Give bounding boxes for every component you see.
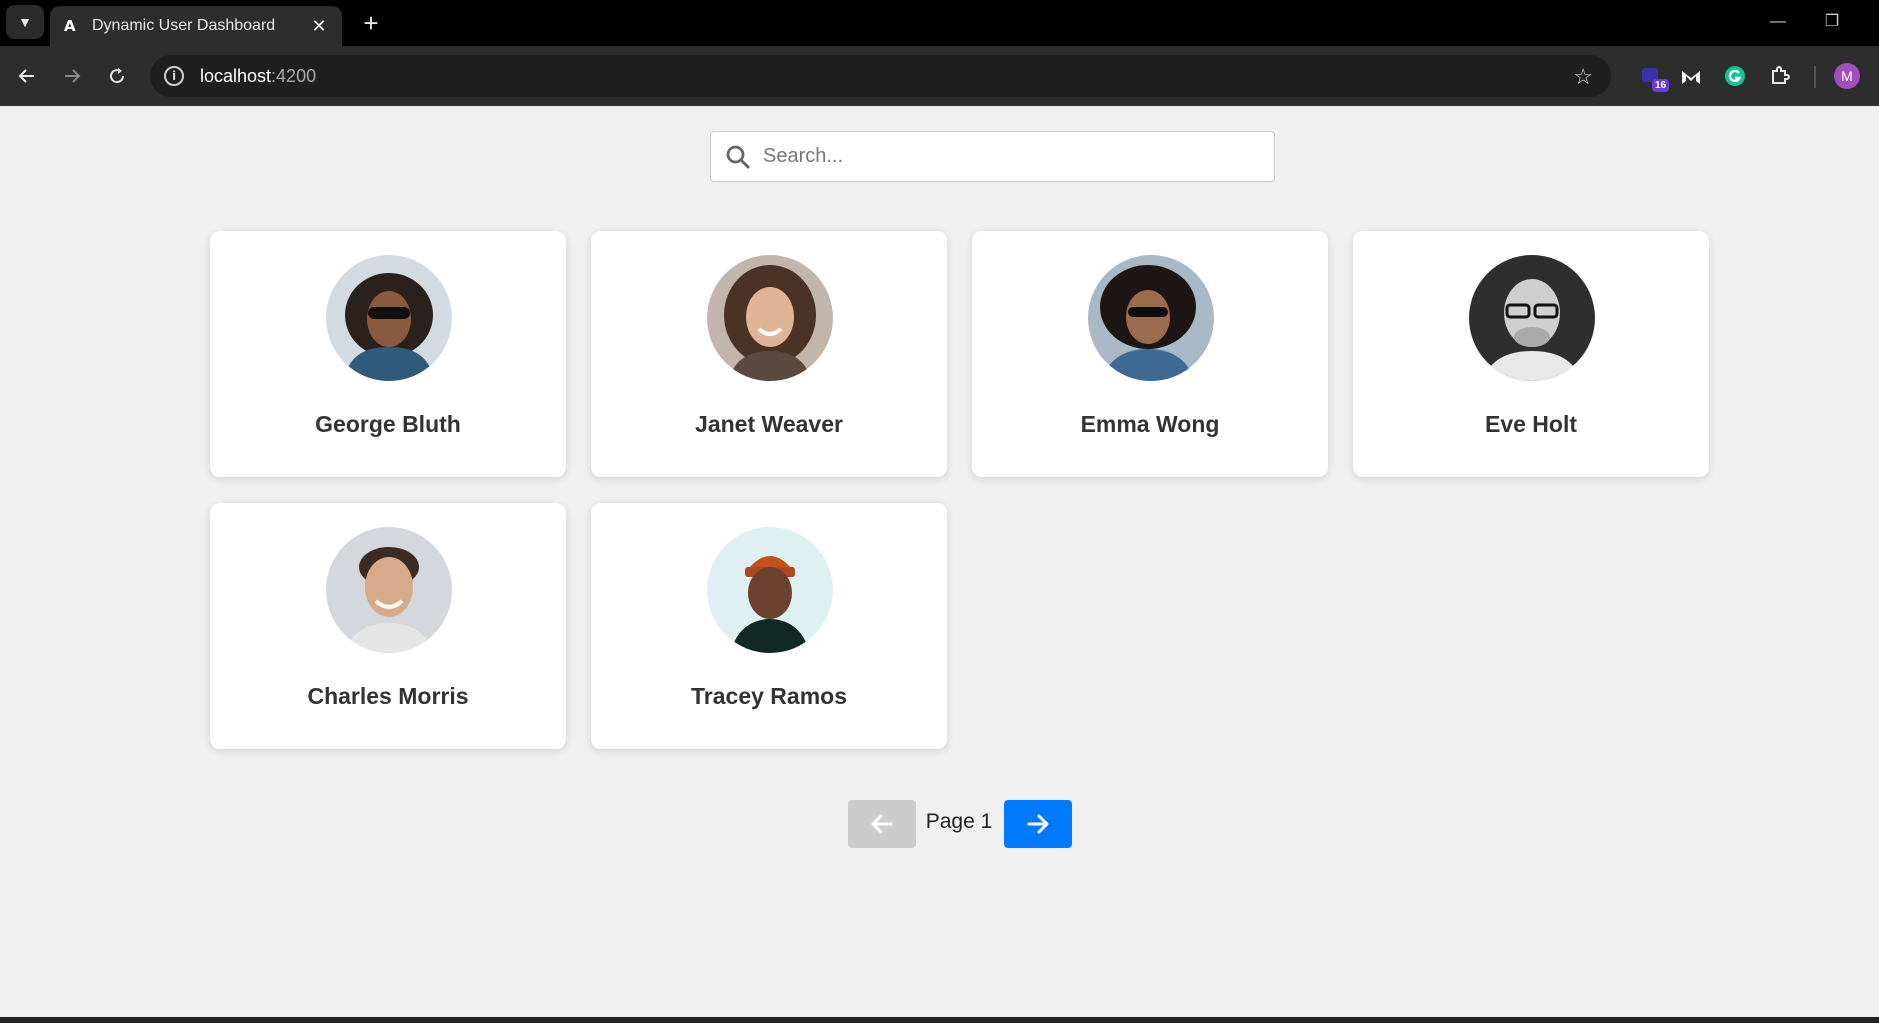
- user-card[interactable]: Charles Morris: [210, 503, 566, 749]
- minimize-window-button[interactable]: —: [1758, 8, 1798, 36]
- next-page-button[interactable]: [1004, 800, 1072, 848]
- user-avatar: [326, 255, 452, 381]
- extensions-menu-button[interactable]: [1763, 59, 1797, 93]
- angular-favicon-icon: A: [64, 17, 76, 35]
- restore-window-button[interactable]: ❐: [1812, 8, 1852, 36]
- user-avatar: [707, 255, 833, 381]
- site-info-icon[interactable]: i: [164, 66, 184, 86]
- user-name: George Bluth: [315, 411, 461, 437]
- user-name: Charles Morris: [307, 683, 469, 709]
- browser-tab-strip: ▼ A Dynamic User Dashboard ✕ + — ❐: [0, 0, 1879, 46]
- address-bar[interactable]: i localhost:4200 ☆: [150, 55, 1611, 97]
- back-button[interactable]: [10, 59, 44, 93]
- bookmark-star-icon[interactable]: ☆: [1573, 64, 1593, 90]
- user-card[interactable]: Eve Holt: [1353, 231, 1709, 477]
- user-avatar-image: [707, 255, 833, 381]
- chevron-down-icon: ▼: [18, 14, 32, 30]
- forward-button[interactable]: [55, 59, 89, 93]
- user-avatar: [1469, 255, 1595, 381]
- search-icon: [726, 145, 750, 168]
- user-avatar: [1088, 255, 1214, 381]
- tab-search-button[interactable]: ▼: [6, 5, 44, 39]
- user-avatar-image: [1088, 255, 1214, 381]
- url-host: localhost: [200, 65, 272, 86]
- url-text: localhost:4200: [200, 66, 316, 87]
- malwarebytes-extension-button[interactable]: [1674, 59, 1708, 93]
- arrow-left-icon: [18, 69, 34, 83]
- grammarly-extension-button[interactable]: [1718, 59, 1752, 93]
- arrow-left-icon: [871, 814, 893, 834]
- url-port: :4200: [271, 65, 317, 86]
- arrow-right-icon: [65, 69, 81, 83]
- user-avatar-image: [326, 255, 452, 381]
- user-avatar: [326, 527, 452, 653]
- search-input[interactable]: [763, 145, 1243, 168]
- user-name: Eve Holt: [1484, 411, 1578, 437]
- user-avatar-image: [326, 527, 452, 653]
- browser-tab[interactable]: A Dynamic User Dashboard ✕: [50, 6, 342, 46]
- toolbar-divider: [1814, 66, 1816, 88]
- user-name: Tracey Ramos: [691, 683, 847, 709]
- user-card[interactable]: George Bluth: [210, 231, 566, 477]
- user-avatar-image: [707, 527, 833, 653]
- user-name: Janet Weaver: [695, 411, 843, 437]
- window-bottom-edge: [0, 1017, 1879, 1023]
- user-card[interactable]: Janet Weaver: [591, 231, 947, 477]
- profile-avatar-button[interactable]: M: [1834, 63, 1860, 89]
- close-tab-icon[interactable]: ✕: [310, 16, 328, 37]
- reload-button[interactable]: [100, 59, 134, 93]
- puzzle-icon: [1772, 66, 1790, 84]
- extension-badge: 16: [1652, 79, 1670, 92]
- reload-icon: [110, 68, 125, 84]
- malwarebytes-icon: [1682, 71, 1700, 84]
- tab-title: Dynamic User Dashboard: [92, 17, 276, 34]
- arrow-right-icon: [1027, 814, 1049, 834]
- grammarly-icon: [1725, 66, 1745, 86]
- previous-page-button[interactable]: [848, 800, 916, 848]
- user-avatar-image: [1469, 255, 1595, 381]
- page-indicator: Page 1: [925, 810, 993, 833]
- user-avatar: [707, 527, 833, 653]
- new-tab-button[interactable]: +: [356, 8, 386, 38]
- browser-toolbar: i localhost:4200 ☆ 16: [0, 46, 1879, 106]
- extension-button[interactable]: 16: [1634, 59, 1670, 93]
- search-box[interactable]: [710, 131, 1275, 182]
- user-card[interactable]: Tracey Ramos: [591, 503, 947, 749]
- user-name: Emma Wong: [1080, 411, 1220, 437]
- user-card[interactable]: Emma Wong: [972, 231, 1328, 477]
